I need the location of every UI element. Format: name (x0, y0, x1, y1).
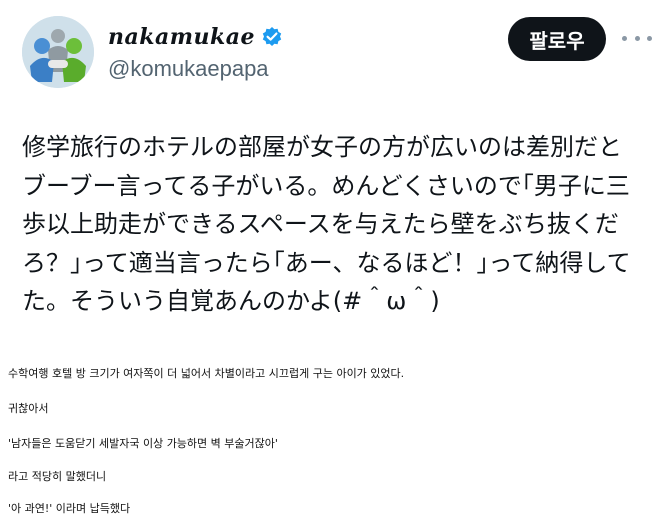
tweet-card: nakamukae @komukaepapa 팔로우 修学旅行のホテルの部屋が女… (0, 0, 660, 340)
avatar-icon (22, 16, 94, 88)
translation-line: 귀찮아서 (8, 402, 49, 415)
avatar[interactable] (22, 16, 94, 88)
tweet-text-line: 修学旅行のホテルの部屋が女子の方が広いのは差別だと (22, 133, 622, 161)
translation-line: '아 과연!' 이라며 납득했다 (8, 502, 131, 515)
user-handle[interactable]: @komukaepapa (108, 56, 269, 82)
translation-line: '남자들은 도움닫기 세발자국 이상 가능하면 벽 부술거잖아' (8, 437, 278, 450)
tweet-text-line: ブーブー言ってる子がいる。めんどくさいので｢男子に三 (22, 171, 630, 200)
verified-badge-icon (261, 26, 283, 48)
translation-line: 라고 적당히 말했더니 (8, 470, 107, 483)
tweet-text: 修学旅行のホテルの部屋が女子の方が広いのは差別だと ブーブー言ってる子がいる。め… (22, 128, 647, 321)
more-dot (647, 35, 652, 41)
more-dot (622, 35, 627, 41)
tweet-text-line: 歩以上助走ができるスペースを与えたら壁をぶち抜くだ (22, 210, 619, 238)
translation-line: 수학여행 호텔 방 크기가 여자쪽이 더 넓어서 차별이라고 시끄럽게 구는 아… (8, 367, 405, 380)
follow-button[interactable]: 팔로우 (508, 17, 606, 61)
more-options-icon[interactable] (622, 28, 652, 48)
user-name-row: nakamukae (108, 24, 283, 50)
tweet-text-line: た。そういう自覚あんのかよ(#＾ω＾) (22, 287, 440, 315)
tweet-text-line: ろ？｣って適当言ったら｢あー、なるほど！｣って納得して (22, 248, 631, 277)
display-name[interactable]: nakamukae (108, 24, 255, 50)
more-dot (634, 35, 640, 41)
